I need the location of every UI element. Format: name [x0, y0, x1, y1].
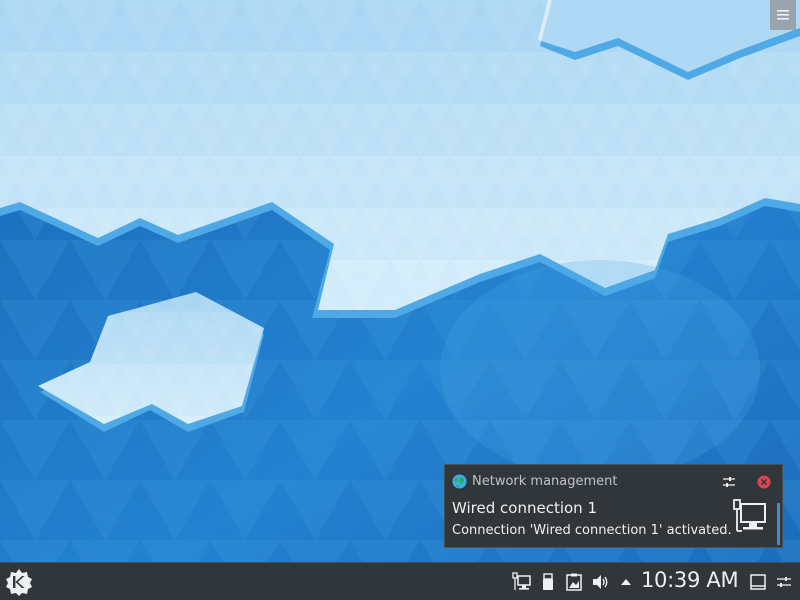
usb-device-icon[interactable]: [538, 572, 558, 592]
configure-sliders-icon[interactable]: [720, 473, 738, 491]
close-icon[interactable]: [756, 474, 772, 490]
notification-timeout-indicator: [777, 503, 780, 545]
notification-body: Connection 'Wired connection 1' activate…: [452, 523, 732, 538]
notification-app-name: Network management: [472, 474, 618, 489]
digital-clock[interactable]: 10:39 AM: [641, 568, 739, 592]
desktop-toolbox-button[interactable]: [770, 0, 796, 30]
clipboard-icon[interactable]: [564, 572, 584, 592]
tray-expand-arrow-icon[interactable]: [616, 572, 636, 592]
volume-icon[interactable]: [590, 572, 610, 592]
notification-popup[interactable]: Network management Wired connection 1 Co…: [444, 464, 783, 548]
hamburger-menu-icon: [777, 10, 789, 20]
network-wired-icon[interactable]: [512, 572, 532, 592]
notification-title: Wired connection 1: [452, 499, 597, 517]
show-desktop-icon[interactable]: [748, 572, 768, 592]
taskbar-panel: 10:39 AM: [0, 562, 800, 600]
kde-logo-icon[interactable]: [4, 567, 34, 597]
panel-settings-icon[interactable]: [774, 572, 794, 592]
globe-icon: [452, 474, 467, 489]
notification-header: Network management: [452, 473, 774, 491]
wired-network-icon: [733, 499, 766, 532]
